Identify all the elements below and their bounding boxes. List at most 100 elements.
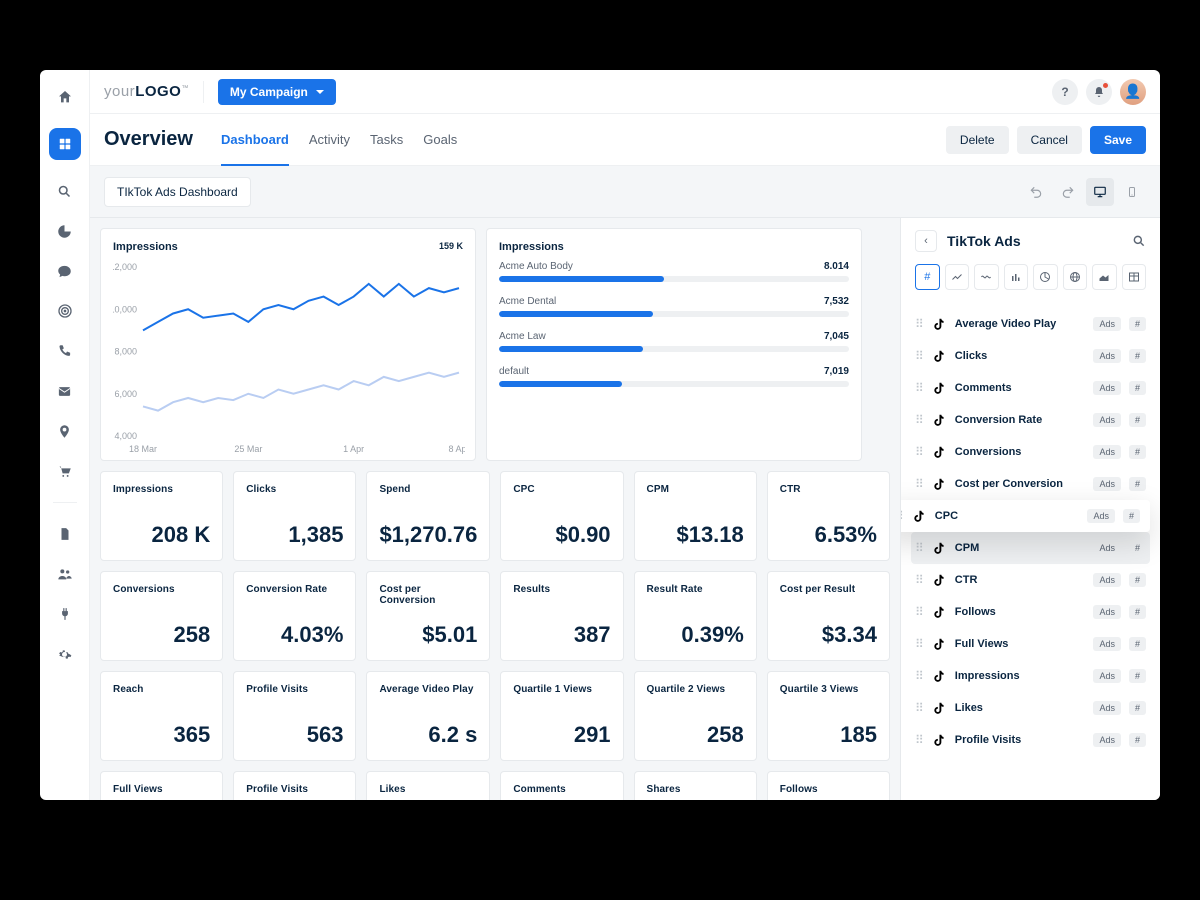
- type-table-icon[interactable]: [1122, 264, 1147, 290]
- metric-row[interactable]: ⠿LikesAds#: [911, 692, 1150, 724]
- rail-separator: [53, 502, 77, 503]
- kpi-card[interactable]: Full Views: [100, 771, 223, 800]
- drag-handle-icon[interactable]: ⠿: [915, 605, 923, 619]
- notifications-button[interactable]: [1086, 79, 1112, 105]
- drag-handle-icon[interactable]: ⠿: [901, 509, 903, 523]
- search-icon[interactable]: [1132, 234, 1146, 248]
- users-icon[interactable]: [56, 565, 74, 583]
- kpi-label: Quartile 2 Views: [647, 684, 744, 695]
- kpi-card[interactable]: Likes: [366, 771, 490, 800]
- pin-icon[interactable]: [56, 422, 74, 440]
- redo-icon[interactable]: [1054, 178, 1082, 206]
- type-number-icon[interactable]: #: [915, 264, 940, 290]
- metric-row[interactable]: ⠿ClicksAds#: [911, 340, 1150, 372]
- metric-row[interactable]: ⠿CPCAds#: [901, 500, 1150, 532]
- cancel-button[interactable]: Cancel: [1017, 126, 1082, 154]
- kpi-card[interactable]: Profile Visits563: [233, 671, 356, 761]
- tab-activity[interactable]: Activity: [309, 115, 350, 165]
- mail-icon[interactable]: [56, 382, 74, 400]
- kpi-card[interactable]: Spend$1,270.76: [366, 471, 490, 561]
- kpi-card[interactable]: CTR6.53%: [767, 471, 890, 561]
- tab-tasks[interactable]: Tasks: [370, 115, 403, 165]
- drag-handle-icon[interactable]: ⠿: [915, 381, 923, 395]
- mobile-view-icon[interactable]: [1118, 178, 1146, 206]
- kpi-card[interactable]: Quartile 1 Views291: [500, 671, 623, 761]
- kpi-card[interactable]: Comments: [500, 771, 623, 800]
- metric-row[interactable]: ⠿Profile VisitsAds#: [911, 724, 1150, 756]
- kpi-card[interactable]: Conversions258: [100, 571, 223, 661]
- avatar[interactable]: 👤: [1120, 79, 1146, 105]
- drag-handle-icon[interactable]: ⠿: [915, 413, 923, 427]
- drag-handle-icon[interactable]: ⠿: [915, 733, 923, 747]
- kpi-card[interactable]: Profile Visits: [233, 771, 356, 800]
- drag-handle-icon[interactable]: ⠿: [915, 669, 923, 683]
- kpi-card[interactable]: CPC$0.90: [500, 471, 623, 561]
- tab-dashboard[interactable]: Dashboard: [221, 115, 289, 166]
- kpi-card[interactable]: CPM$13.18: [634, 471, 757, 561]
- type-area-icon[interactable]: [1092, 264, 1117, 290]
- plug-icon[interactable]: [56, 605, 74, 623]
- metric-row[interactable]: ⠿Average Video PlayAds#: [911, 308, 1150, 340]
- metric-row[interactable]: ⠿Cost per ConversionAds#: [911, 468, 1150, 500]
- ads-tag: Ads: [1093, 637, 1121, 651]
- search-icon[interactable]: [56, 182, 74, 200]
- kpi-card[interactable]: Results387: [500, 571, 623, 661]
- metric-row[interactable]: ⠿Conversion RateAds#: [911, 404, 1150, 436]
- file-icon[interactable]: [56, 525, 74, 543]
- dashboard-icon[interactable]: [49, 128, 81, 160]
- kpi-card[interactable]: Follows: [767, 771, 890, 800]
- kpi-card[interactable]: Average Video Play6.2 s: [366, 671, 490, 761]
- ads-tag: Ads: [1093, 477, 1121, 491]
- delete-button[interactable]: Delete: [946, 126, 1009, 154]
- cart-icon[interactable]: [56, 462, 74, 480]
- tab-goals[interactable]: Goals: [423, 115, 457, 165]
- campaign-selector[interactable]: My Campaign: [218, 79, 336, 105]
- kpi-card[interactable]: Quartile 2 Views258: [634, 671, 757, 761]
- pie-icon[interactable]: [56, 222, 74, 240]
- dashboard-chip[interactable]: TIkTok Ads Dashboard: [104, 177, 251, 207]
- chat-icon[interactable]: [56, 262, 74, 280]
- desktop-view-icon[interactable]: [1086, 178, 1114, 206]
- drag-handle-icon[interactable]: ⠿: [915, 701, 923, 715]
- bar-fill: [499, 276, 664, 282]
- drag-handle-icon[interactable]: ⠿: [915, 349, 923, 363]
- kpi-card[interactable]: Cost per Result$3.34: [767, 571, 890, 661]
- metric-row[interactable]: ⠿Full ViewsAds#: [911, 628, 1150, 660]
- hash-tag: #: [1129, 349, 1146, 363]
- help-button[interactable]: ?: [1052, 79, 1078, 105]
- target-icon[interactable]: [56, 302, 74, 320]
- drag-handle-icon[interactable]: ⠿: [915, 541, 923, 555]
- metric-row[interactable]: ⠿CommentsAds#: [911, 372, 1150, 404]
- metric-row[interactable]: ⠿ConversionsAds#: [911, 436, 1150, 468]
- back-button[interactable]: ‹: [915, 230, 937, 252]
- gear-icon[interactable]: [56, 645, 74, 663]
- tiktok-icon: [931, 348, 947, 364]
- tiktok-icon: [931, 604, 947, 620]
- kpi-card[interactable]: Cost per Conversion$5.01: [366, 571, 490, 661]
- drag-handle-icon[interactable]: ⠿: [915, 477, 923, 491]
- phone-icon[interactable]: [56, 342, 74, 360]
- metric-row[interactable]: ⠿FollowsAds#: [911, 596, 1150, 628]
- type-wave-icon[interactable]: [974, 264, 999, 290]
- type-line-icon[interactable]: [945, 264, 970, 290]
- drag-handle-icon[interactable]: ⠿: [915, 573, 923, 587]
- drag-handle-icon[interactable]: ⠿: [915, 317, 923, 331]
- kpi-card[interactable]: Clicks1,385: [233, 471, 356, 561]
- drag-handle-icon[interactable]: ⠿: [915, 637, 923, 651]
- kpi-card[interactable]: Shares: [634, 771, 757, 800]
- kpi-card[interactable]: Reach365: [100, 671, 223, 761]
- metric-row[interactable]: ⠿CTRAds#: [911, 564, 1150, 596]
- kpi-card[interactable]: Result Rate0.39%: [634, 571, 757, 661]
- type-bar-icon[interactable]: [1004, 264, 1029, 290]
- type-pie-icon[interactable]: [1033, 264, 1058, 290]
- type-globe-icon[interactable]: [1063, 264, 1088, 290]
- metric-row[interactable]: ⠿ImpressionsAds#: [911, 660, 1150, 692]
- kpi-card[interactable]: Conversion Rate4.03%: [233, 571, 356, 661]
- drag-handle-icon[interactable]: ⠿: [915, 445, 923, 459]
- home-icon[interactable]: [56, 88, 74, 106]
- kpi-card[interactable]: Quartile 3 Views185: [767, 671, 890, 761]
- save-button[interactable]: Save: [1090, 126, 1146, 154]
- undo-icon[interactable]: [1022, 178, 1050, 206]
- kpi-card[interactable]: Impressions208 K: [100, 471, 223, 561]
- metric-row[interactable]: ⠿CPMAds#: [911, 532, 1150, 564]
